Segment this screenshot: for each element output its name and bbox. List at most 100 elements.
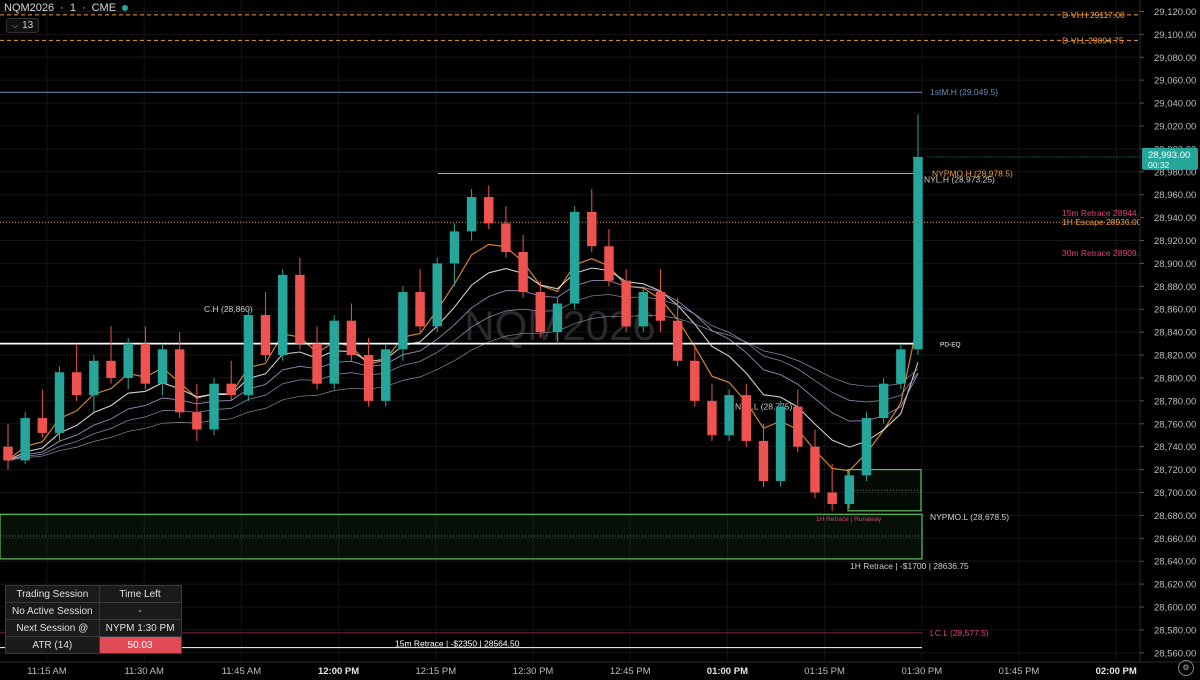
candle-body [3,446,13,461]
header-separator: · [60,2,64,14]
candle-body [123,343,133,378]
table-cell: No Active Session [5,602,100,620]
candle-body [724,395,734,436]
candle-body [638,292,649,327]
candle-body [655,292,666,321]
time-axis-label: 11:30 AM [124,666,164,677]
table-header: Time Left [98,585,182,603]
level-label: LC.L (28,577.5) [930,628,989,638]
price-axis-label: 29,100.00 [1154,30,1196,41]
candle-body [758,440,769,482]
price-axis-label: 29,020.00 [1154,121,1196,132]
candle-body [535,292,545,333]
time-axis-label: 01:30 PM [901,666,942,677]
level-label: NYPMO.L (28,678.5) [930,512,1009,522]
candle-body [209,383,219,430]
price-axis-label: 28,880.00 [1154,282,1196,293]
price-axis-label: 28,560.00 [1154,648,1196,659]
price-axis-label: 29,120.00 [1154,7,1196,18]
candle-body [741,395,752,441]
candle-body [913,156,923,350]
price-axis-label: 28,940.00 [1154,213,1196,224]
candle-body [432,263,442,327]
candle-body [295,274,305,344]
candle-body [346,320,357,356]
candle-body [466,196,477,232]
price-axis-label: 28,760.00 [1154,419,1196,430]
time-axis-label: 11:15 AM [27,666,67,677]
candle-body [587,211,597,247]
level-label: C.H (28,860) [204,304,253,314]
time-axis-label: 11:45 AM [222,666,262,677]
price-axis-label: 28,820.00 [1154,351,1196,362]
level-label: 1stM.H (29,049.5) [930,87,998,97]
price-axis-label: 28,960.00 [1154,190,1196,201]
table-cell: Next Session @ [5,619,100,637]
candle-body [690,360,700,401]
table-row: ATR (14) 50.03 [5,636,182,654]
indicators-count: 13 [22,20,34,31]
time-axis-label: 12:45 PM [610,666,651,677]
candle-body [501,223,511,252]
candle-body [793,406,803,447]
table-cell: NYPM 1:30 PM [98,619,182,637]
candle-body [604,246,614,281]
candle-body [37,418,48,433]
table-row: No Active Session - [5,602,182,620]
level-label: NYL.H (28,973.25) [924,175,995,185]
interval-label[interactable]: 1 [70,2,76,14]
candle-body [71,372,82,396]
candle-body [192,412,202,430]
price-axis-label: 28,640.00 [1154,557,1196,568]
price-axis-label: 28,700.00 [1154,488,1196,499]
candle-body [226,383,236,396]
time-axis-label: 12:00 PM [318,666,359,677]
time-axis-label: 02:00 PM [1096,666,1137,677]
chart-canvas[interactable]: NQM2026 D-VI.H 29117.00 D-VI.L 29094.75 1s… [0,0,1200,680]
level-label: D-VI.L 29094.75 [1062,35,1124,45]
price-axis-label: 29,060.00 [1154,76,1196,87]
table-header: Trading Session [5,585,100,603]
candle-body [449,231,460,264]
time-axis-label: 01:15 PM [804,666,845,677]
price-axis-label: 28,840.00 [1154,328,1196,339]
candle-body [312,343,322,384]
candle-body [569,211,580,304]
level-label: 1H Escape 28936.00 [1062,217,1142,227]
symbol-name[interactable]: NQM2026 [4,2,54,14]
header-separator: · [81,2,86,14]
candle-body [672,320,683,361]
candle-body [398,292,408,350]
price-axis-label: 28,580.00 [1154,625,1196,636]
level-label: PD-EQ [940,342,961,349]
level-label: 30m Retrace 28909.25 [1062,248,1149,258]
candle-body [415,292,425,327]
symbol-header[interactable]: NQM2026 · 1 · CME [4,2,129,14]
level-label: D-VI.H 29117.00 [1062,10,1125,20]
candle-body [106,360,116,378]
price-axis-label: 28,600.00 [1154,603,1196,614]
demand-zone-box [0,513,923,560]
chevron-down-icon: ⌵ [12,21,19,30]
indicators-toggle-button[interactable]: ⌵ 13 [6,18,40,33]
table-row: Next Session @ NYPM 1:30 PM [5,619,182,637]
candle-body [518,251,528,293]
price-axis-label: 28,680.00 [1154,511,1196,522]
candle-body [260,314,271,356]
price-axis-label: 28,780.00 [1154,396,1196,407]
candle-body [174,349,185,413]
table-cell: ATR (14) [5,636,100,654]
candle-body [484,196,494,224]
price-axis-label: 28,800.00 [1154,373,1196,384]
price-axis-label: 28,720.00 [1154,465,1196,476]
level-label: 1H Retrace | Runaway [816,516,882,523]
candle-body [140,343,151,384]
candle-body [243,314,254,396]
time-axis-label: 12:30 PM [513,666,554,677]
candle-body [329,320,339,384]
candle-body [896,349,906,384]
settings-gear-icon[interactable]: ⚙ [1178,660,1194,676]
price-axis-label: 28,920.00 [1154,236,1196,247]
candle-body [157,349,168,384]
candle-body [844,475,855,504]
